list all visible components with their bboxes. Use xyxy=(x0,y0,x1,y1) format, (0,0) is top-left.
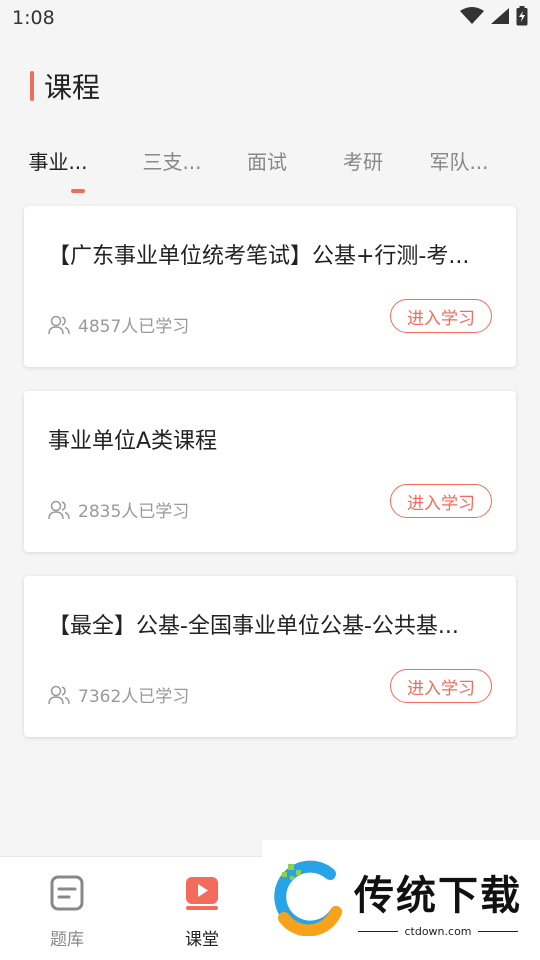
tab-kaoyan[interactable]: 考研 xyxy=(315,140,411,180)
divider xyxy=(477,930,518,932)
nav-item-classroom[interactable]: 课堂 xyxy=(162,875,242,950)
watermark-url: ctdown.com xyxy=(404,924,472,938)
page-title: 课程 xyxy=(44,71,101,104)
active-tab-indicator xyxy=(71,189,85,193)
course-title: 【最全】公基-全国事业单位公基-公共基... xyxy=(48,614,459,639)
people-icon xyxy=(48,685,70,705)
watermark: 传统下载 ctdown.com xyxy=(262,840,540,960)
tab-shiye[interactable]: 事业... xyxy=(10,140,106,180)
course-card[interactable]: 【最全】公基-全国事业单位公基-公共基... 7362人已学习 进入学习 xyxy=(24,576,516,737)
people-icon xyxy=(48,315,70,335)
enter-study-button[interactable]: 进入学习 xyxy=(390,484,492,518)
course-card[interactable]: 【广东事业单位统考笔试】公基+行测-考... 4857人已学习 进入学习 xyxy=(24,206,516,367)
watermark-url-row: ctdown.com xyxy=(358,924,518,938)
tab-mianshi[interactable]: 面试 xyxy=(219,140,315,180)
course-title: 【广东事业单位统考笔试】公基+行测-考... xyxy=(48,244,470,269)
battery-charging-icon xyxy=(516,5,528,31)
category-tabs: 事业... 三支... 面试 考研 军队... xyxy=(28,140,510,200)
classroom-play-icon xyxy=(185,875,219,915)
course-meta: 4857人已学习 xyxy=(48,312,189,337)
ctdown-logo-icon xyxy=(270,860,346,940)
status-icons xyxy=(460,5,528,31)
course-card[interactable]: 事业单位A类课程 2835人已学习 进入学习 xyxy=(24,391,516,552)
nav-item-question-bank[interactable]: 题库 xyxy=(27,875,107,950)
page-header: 课程 xyxy=(30,68,100,104)
people-icon xyxy=(48,500,70,520)
learner-count: 4857人已学习 xyxy=(78,317,190,337)
tab-jundui[interactable]: 军队... xyxy=(411,140,507,180)
title-accent-bar xyxy=(30,71,34,101)
nav-label: 题库 xyxy=(50,930,84,950)
divider xyxy=(358,930,399,932)
course-meta: 2835人已学习 xyxy=(48,497,189,522)
enter-study-button[interactable]: 进入学习 xyxy=(390,299,492,333)
question-bank-icon xyxy=(50,875,84,915)
nav-label: 课堂 xyxy=(185,930,219,950)
status-bar: 1:08 xyxy=(0,0,540,36)
course-title: 事业单位A类课程 xyxy=(48,429,218,454)
status-time: 1:08 xyxy=(12,7,55,29)
cellular-signal-icon xyxy=(490,7,510,30)
enter-study-button[interactable]: 进入学习 xyxy=(390,669,492,703)
tab-sanzhi[interactable]: 三支... xyxy=(124,140,220,180)
watermark-text: 传统下载 ctdown.com xyxy=(354,863,522,938)
wifi-icon xyxy=(460,6,484,30)
learner-count: 2835人已学习 xyxy=(78,502,190,522)
course-meta: 7362人已学习 xyxy=(48,682,189,707)
learner-count: 7362人已学习 xyxy=(78,687,190,707)
watermark-title: 传统下载 xyxy=(354,872,522,919)
